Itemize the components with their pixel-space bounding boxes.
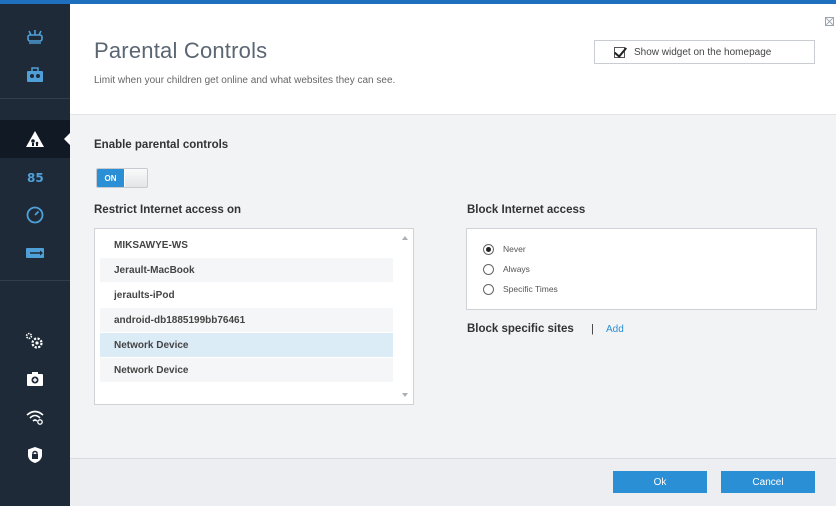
page-title: Parental Controls xyxy=(94,38,268,63)
show-widget-checkbox[interactable]: Show widget on the homepage xyxy=(594,40,815,64)
device-name: Network Device xyxy=(114,364,189,376)
network-map-icon xyxy=(27,30,43,44)
sidebar-item-network-map[interactable] xyxy=(0,18,70,56)
device-row-selected[interactable]: Network Device xyxy=(100,333,393,357)
wireless-icon xyxy=(26,410,44,425)
sidebar-item-connectivity[interactable] xyxy=(0,322,70,360)
device-row[interactable]: Network Device xyxy=(100,358,393,382)
sidebar-item-speed-test[interactable] xyxy=(0,196,70,234)
device-row[interactable]: Jerault-MacBook xyxy=(100,258,393,282)
content-area: Enable parental controls ON Restrict Int… xyxy=(70,114,836,458)
radio-button-icon[interactable] xyxy=(483,243,494,255)
block-sites-label: Block specific sites xyxy=(467,323,574,335)
show-widget-label: Show widget on the homepage xyxy=(634,46,772,58)
external-storage-icon xyxy=(26,248,44,258)
cancel-button[interactable]: Cancel xyxy=(721,471,815,493)
device-name: Network Device xyxy=(114,339,189,351)
device-name: MIKSAWYE-WS xyxy=(114,239,188,251)
connectivity-icon xyxy=(25,332,43,349)
checkbox-icon[interactable] xyxy=(614,46,625,58)
radio-specific-times[interactable]: Specific Times xyxy=(483,282,558,296)
block-access-label: Block Internet access xyxy=(467,204,586,216)
svg-text:85: 85 xyxy=(27,171,44,185)
media-prioritization-icon: 85 xyxy=(27,171,44,185)
radio-always[interactable]: Always xyxy=(483,262,530,276)
scroll-up-arrow-icon[interactable] xyxy=(402,236,408,240)
radio-button-icon[interactable] xyxy=(483,263,494,275)
radio-label: Specific Times xyxy=(503,284,558,294)
sidebar-item-guest-access[interactable] xyxy=(0,56,70,94)
separator: | xyxy=(591,323,594,335)
sidebar-divider xyxy=(0,98,70,99)
page-subtitle: Limit when your children get online and … xyxy=(94,75,396,86)
sidebar-item-external-storage[interactable] xyxy=(0,234,70,272)
guest-access-icon xyxy=(27,67,43,82)
sidebar-item-security[interactable] xyxy=(0,436,70,474)
radio-never[interactable]: Never xyxy=(483,242,526,256)
device-name: jeraults-iPod xyxy=(114,289,175,301)
parental-controls-icon xyxy=(26,131,44,147)
device-row[interactable]: MIKSAWYE-WS xyxy=(100,233,393,257)
device-row[interactable]: jeraults-iPod xyxy=(100,283,393,307)
sidebar-item-media-prioritization[interactable]: 85 xyxy=(0,158,70,196)
main-panel: Parental Controls Limit when your childr… xyxy=(70,4,836,506)
block-access-options: Never Always Specific Times xyxy=(466,228,817,310)
device-name: Jerault-MacBook xyxy=(114,264,195,276)
radio-label: Never xyxy=(503,244,526,254)
device-list[interactable]: MIKSAWYE-WS Jerault-MacBook jeraults-iPo… xyxy=(94,228,414,405)
page-header: Parental Controls Limit when your childr… xyxy=(70,4,836,114)
troubleshooting-icon xyxy=(27,372,43,386)
close-icon[interactable] xyxy=(825,17,834,26)
add-site-link[interactable]: Add xyxy=(606,324,624,335)
scroll-down-arrow-icon[interactable] xyxy=(402,393,408,397)
security-icon xyxy=(28,447,42,463)
footer-bar: Ok Cancel xyxy=(70,458,836,506)
toggle-knob xyxy=(125,169,147,187)
sidebar-divider xyxy=(0,280,70,281)
sidebar-item-parental-controls[interactable] xyxy=(0,120,71,158)
ok-button[interactable]: Ok xyxy=(613,471,707,493)
speed-test-icon xyxy=(26,206,44,224)
device-row[interactable]: android-db1885199bb76461 xyxy=(100,308,393,332)
enable-parental-controls-toggle[interactable]: ON xyxy=(96,168,148,188)
radio-button-icon[interactable] xyxy=(483,283,494,295)
sidebar: 85 xyxy=(0,4,71,506)
toggle-on-label: ON xyxy=(97,169,124,187)
restrict-access-label: Restrict Internet access on xyxy=(94,204,242,216)
sidebar-item-wireless[interactable] xyxy=(0,398,70,436)
sidebar-item-troubleshooting[interactable] xyxy=(0,360,70,398)
enable-parental-controls-label: Enable parental controls xyxy=(94,139,229,151)
device-name: android-db1885199bb76461 xyxy=(114,314,246,326)
radio-label: Always xyxy=(503,264,530,274)
